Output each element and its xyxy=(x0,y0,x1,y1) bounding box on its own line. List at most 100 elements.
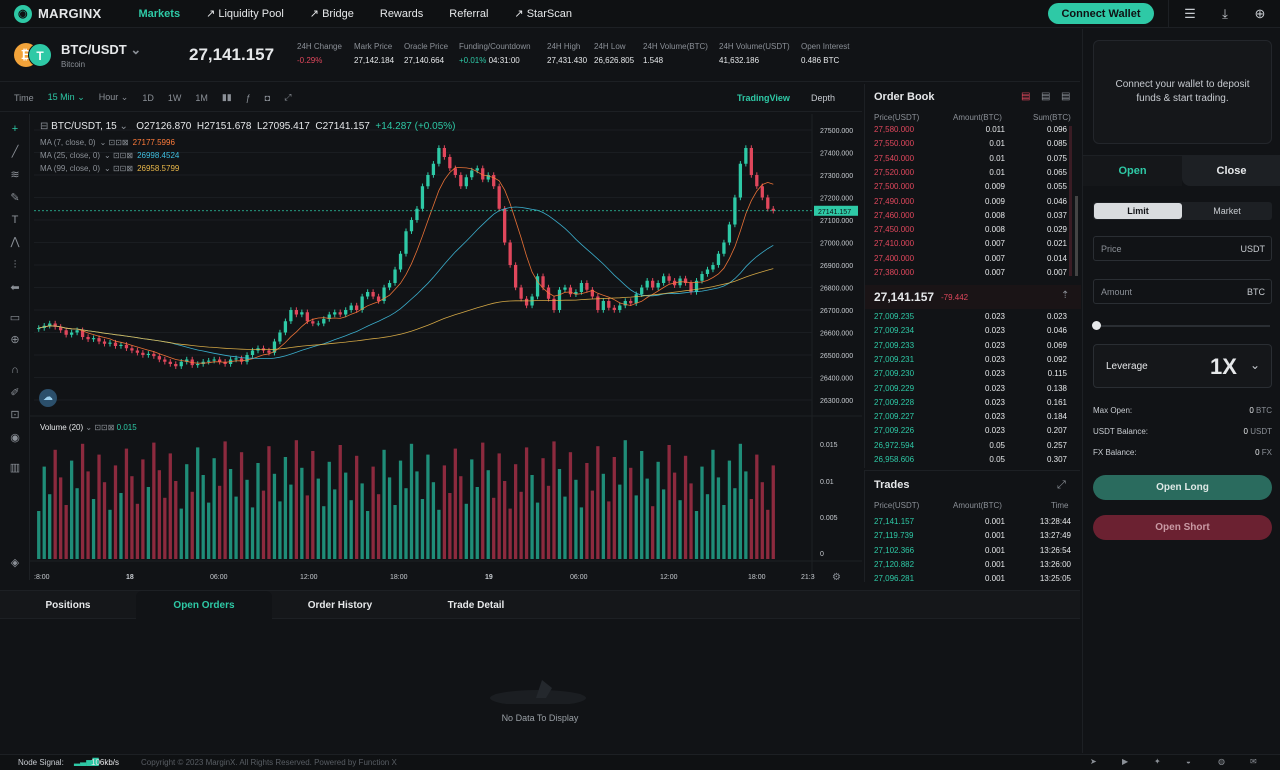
ruler-icon[interactable]: ▭ xyxy=(8,311,22,325)
ma-controls-icon[interactable]: ⌄ ⊡⊡⊠ xyxy=(104,151,133,160)
both-view-icon[interactable]: ▤ xyxy=(1021,91,1030,102)
download-icon[interactable]: ⤓ xyxy=(1217,6,1233,22)
depth-tab[interactable]: Depth xyxy=(804,93,842,103)
twitter-icon[interactable]: ✦ xyxy=(1154,757,1161,766)
collapse-icon[interactable]: ⊟ xyxy=(40,121,48,132)
price-chart[interactable]: 27500.000 27400.000 27300.000 27200.000 2710… xyxy=(27,114,862,583)
expand-icon[interactable]: ⤢ xyxy=(1057,479,1066,492)
volume-bar xyxy=(130,476,134,559)
order-book-row[interactable]: 27,460.000 0.008 0.037 xyxy=(865,209,1081,223)
order-book-row[interactable]: 27,009.235 0.023 0.023 xyxy=(865,310,1081,324)
tab-open-orders[interactable]: Open Orders xyxy=(136,591,272,620)
ma-controls-icon[interactable]: ⌄ ⊡⊡⊠ xyxy=(104,164,133,173)
price-input[interactable]: Price USDT xyxy=(1093,236,1272,261)
lock-icon[interactable]: ⊡ xyxy=(8,408,22,422)
nav-markets[interactable]: Markets xyxy=(126,0,194,28)
tab-trade-detail[interactable]: Trade Detail xyxy=(408,591,544,620)
order-book-row[interactable]: 27,490.000 0.009 0.046 xyxy=(865,195,1081,209)
tradingview-tab[interactable]: TradingView xyxy=(730,93,797,103)
nav-liquidity-pool[interactable]: ↗ Liquidity Pool xyxy=(193,0,297,28)
limit-tab[interactable]: Limit xyxy=(1094,203,1182,219)
order-book-row[interactable]: 27,400.000 0.007 0.014 xyxy=(865,252,1081,266)
fullscreen-icon[interactable]: ⤢ xyxy=(277,92,298,103)
youtube-icon[interactable]: ▶ xyxy=(1122,757,1128,766)
globe-icon[interactable]: ⊕ xyxy=(1252,6,1268,22)
order-book-row[interactable]: 27,540.000 0.01 0.075 xyxy=(865,152,1081,166)
volume-bar xyxy=(651,506,655,559)
bids-view-icon[interactable]: ▤ xyxy=(1041,91,1050,102)
order-book-row[interactable]: 27,500.000 0.009 0.055 xyxy=(865,180,1081,194)
camera-icon[interactable]: ◘ xyxy=(258,93,277,103)
order-book-row[interactable]: 27,009.227 0.023 0.184 xyxy=(865,410,1081,424)
order-book-row[interactable]: 26,958.606 0.05 0.307 xyxy=(865,453,1081,467)
crosshair-icon[interactable]: + xyxy=(8,122,22,136)
layers-icon[interactable]: ◈ xyxy=(8,556,22,570)
range-1d[interactable]: 1D xyxy=(135,93,161,103)
discord-icon[interactable]: ◒ xyxy=(1186,757,1191,766)
order-book-row[interactable]: 27,009.231 0.023 0.092 xyxy=(865,353,1081,367)
range-1m[interactable]: 1M xyxy=(188,93,215,103)
open-short-button[interactable]: Open Short xyxy=(1093,515,1272,540)
connect-wallet-button[interactable]: Connect Wallet xyxy=(1048,3,1154,24)
copyright: Copyright © 2023 MarginX. All Rights Res… xyxy=(141,758,397,767)
mail-icon[interactable]: ✉ xyxy=(1250,757,1257,766)
asks-view-icon[interactable]: ▤ xyxy=(1061,91,1070,102)
text-icon[interactable]: T xyxy=(8,213,22,227)
order-book-row[interactable]: 27,520.000 0.01 0.065 xyxy=(865,166,1081,180)
order-book-row[interactable]: 27,009.233 0.023 0.069 xyxy=(865,339,1081,353)
order-book-row[interactable]: 27,580.000 0.011 0.096 xyxy=(865,123,1081,137)
order-book-row[interactable]: 27,450.000 0.008 0.029 xyxy=(865,223,1081,237)
nav-starscan[interactable]: ↗ StarScan xyxy=(501,0,585,28)
ask-scrollbar[interactable] xyxy=(1069,126,1072,276)
fib-icon[interactable]: ≋ xyxy=(8,168,22,182)
cloud-icon[interactable]: ☁ xyxy=(39,389,57,407)
trend-line-icon[interactable]: ╱ xyxy=(8,145,22,159)
order-book-row[interactable]: 27,380.000 0.007 0.007 xyxy=(865,266,1081,280)
open-long-button[interactable]: Open Long xyxy=(1093,475,1272,500)
volume-bar xyxy=(168,453,172,559)
market-tab[interactable]: Market xyxy=(1183,203,1271,219)
telegram-icon[interactable]: ➤ xyxy=(1090,757,1097,766)
pair-selector[interactable]: BTC/USDT ⌄ xyxy=(61,42,141,58)
lock-drawing-icon[interactable]: ✐ xyxy=(8,386,22,400)
nav-bridge[interactable]: ↗ Bridge xyxy=(297,0,367,28)
indicators-icon[interactable]: ƒ xyxy=(239,93,258,103)
interval-selector[interactable]: 15 Min ⌄ xyxy=(41,92,92,103)
github-icon[interactable]: ◍ xyxy=(1218,757,1225,766)
magnet-icon[interactable]: ∩ xyxy=(8,363,22,377)
tab-order-history[interactable]: Order History xyxy=(272,591,408,620)
order-book-row[interactable]: 27,410.000 0.007 0.021 xyxy=(865,237,1081,251)
amount-input[interactable]: Amount BTC xyxy=(1093,279,1272,304)
hour-selector[interactable]: Hour ⌄ xyxy=(92,92,136,103)
tab-open[interactable]: Open xyxy=(1083,156,1182,186)
order-book-row[interactable]: 27,009.229 0.023 0.138 xyxy=(865,382,1081,396)
order-book-row[interactable]: 26,972.594 0.05 0.257 xyxy=(865,439,1081,453)
order-book-row[interactable]: 27,009.230 0.023 0.115 xyxy=(865,367,1081,381)
nav-referral[interactable]: Referral xyxy=(436,0,501,28)
ob-scrollbar[interactable] xyxy=(1075,196,1078,276)
amount-slider[interactable] xyxy=(1092,321,1270,330)
order-book-row[interactable]: 27,009.226 0.023 0.207 xyxy=(865,424,1081,438)
logo[interactable]: ◉ MARGINX xyxy=(14,4,102,23)
chart-settings-icon[interactable]: ⚙ xyxy=(832,572,841,583)
pattern-icon[interactable]: ⋀ xyxy=(8,235,22,249)
leverage-selector[interactable]: Leverage 1X ⌄ xyxy=(1093,344,1272,388)
tab-close[interactable]: Close xyxy=(1182,156,1280,186)
forecast-icon[interactable]: ⫶ xyxy=(8,258,22,272)
nav-rewards[interactable]: Rewards xyxy=(367,0,436,28)
eye-icon[interactable]: ◉ xyxy=(8,431,22,445)
zoom-icon[interactable]: ⊕ xyxy=(8,333,22,347)
candle-type-icon[interactable]: ▮▮ xyxy=(215,92,239,103)
brush-icon[interactable]: ✎ xyxy=(8,191,22,205)
trash-icon[interactable]: ▥ xyxy=(8,461,22,475)
order-book-row[interactable]: 27,009.228 0.023 0.161 xyxy=(865,396,1081,410)
chart-canvas[interactable]: 27500.000 27400.000 27300.000 27200.000 2710… xyxy=(27,114,862,583)
order-book-row[interactable]: 27,550.000 0.01 0.085 xyxy=(865,137,1081,151)
tab-positions[interactable]: Positions xyxy=(0,591,136,620)
arrow-left-icon[interactable]: ⬅ xyxy=(8,281,22,295)
order-book-row[interactable]: 27,009.234 0.023 0.046 xyxy=(865,324,1081,338)
menu-icon[interactable]: ☰ xyxy=(1182,6,1198,22)
slider-handle[interactable] xyxy=(1092,321,1101,330)
range-1w[interactable]: 1W xyxy=(161,93,189,103)
ma-controls-icon[interactable]: ⌄ ⊡⊡⊠ xyxy=(100,138,129,147)
